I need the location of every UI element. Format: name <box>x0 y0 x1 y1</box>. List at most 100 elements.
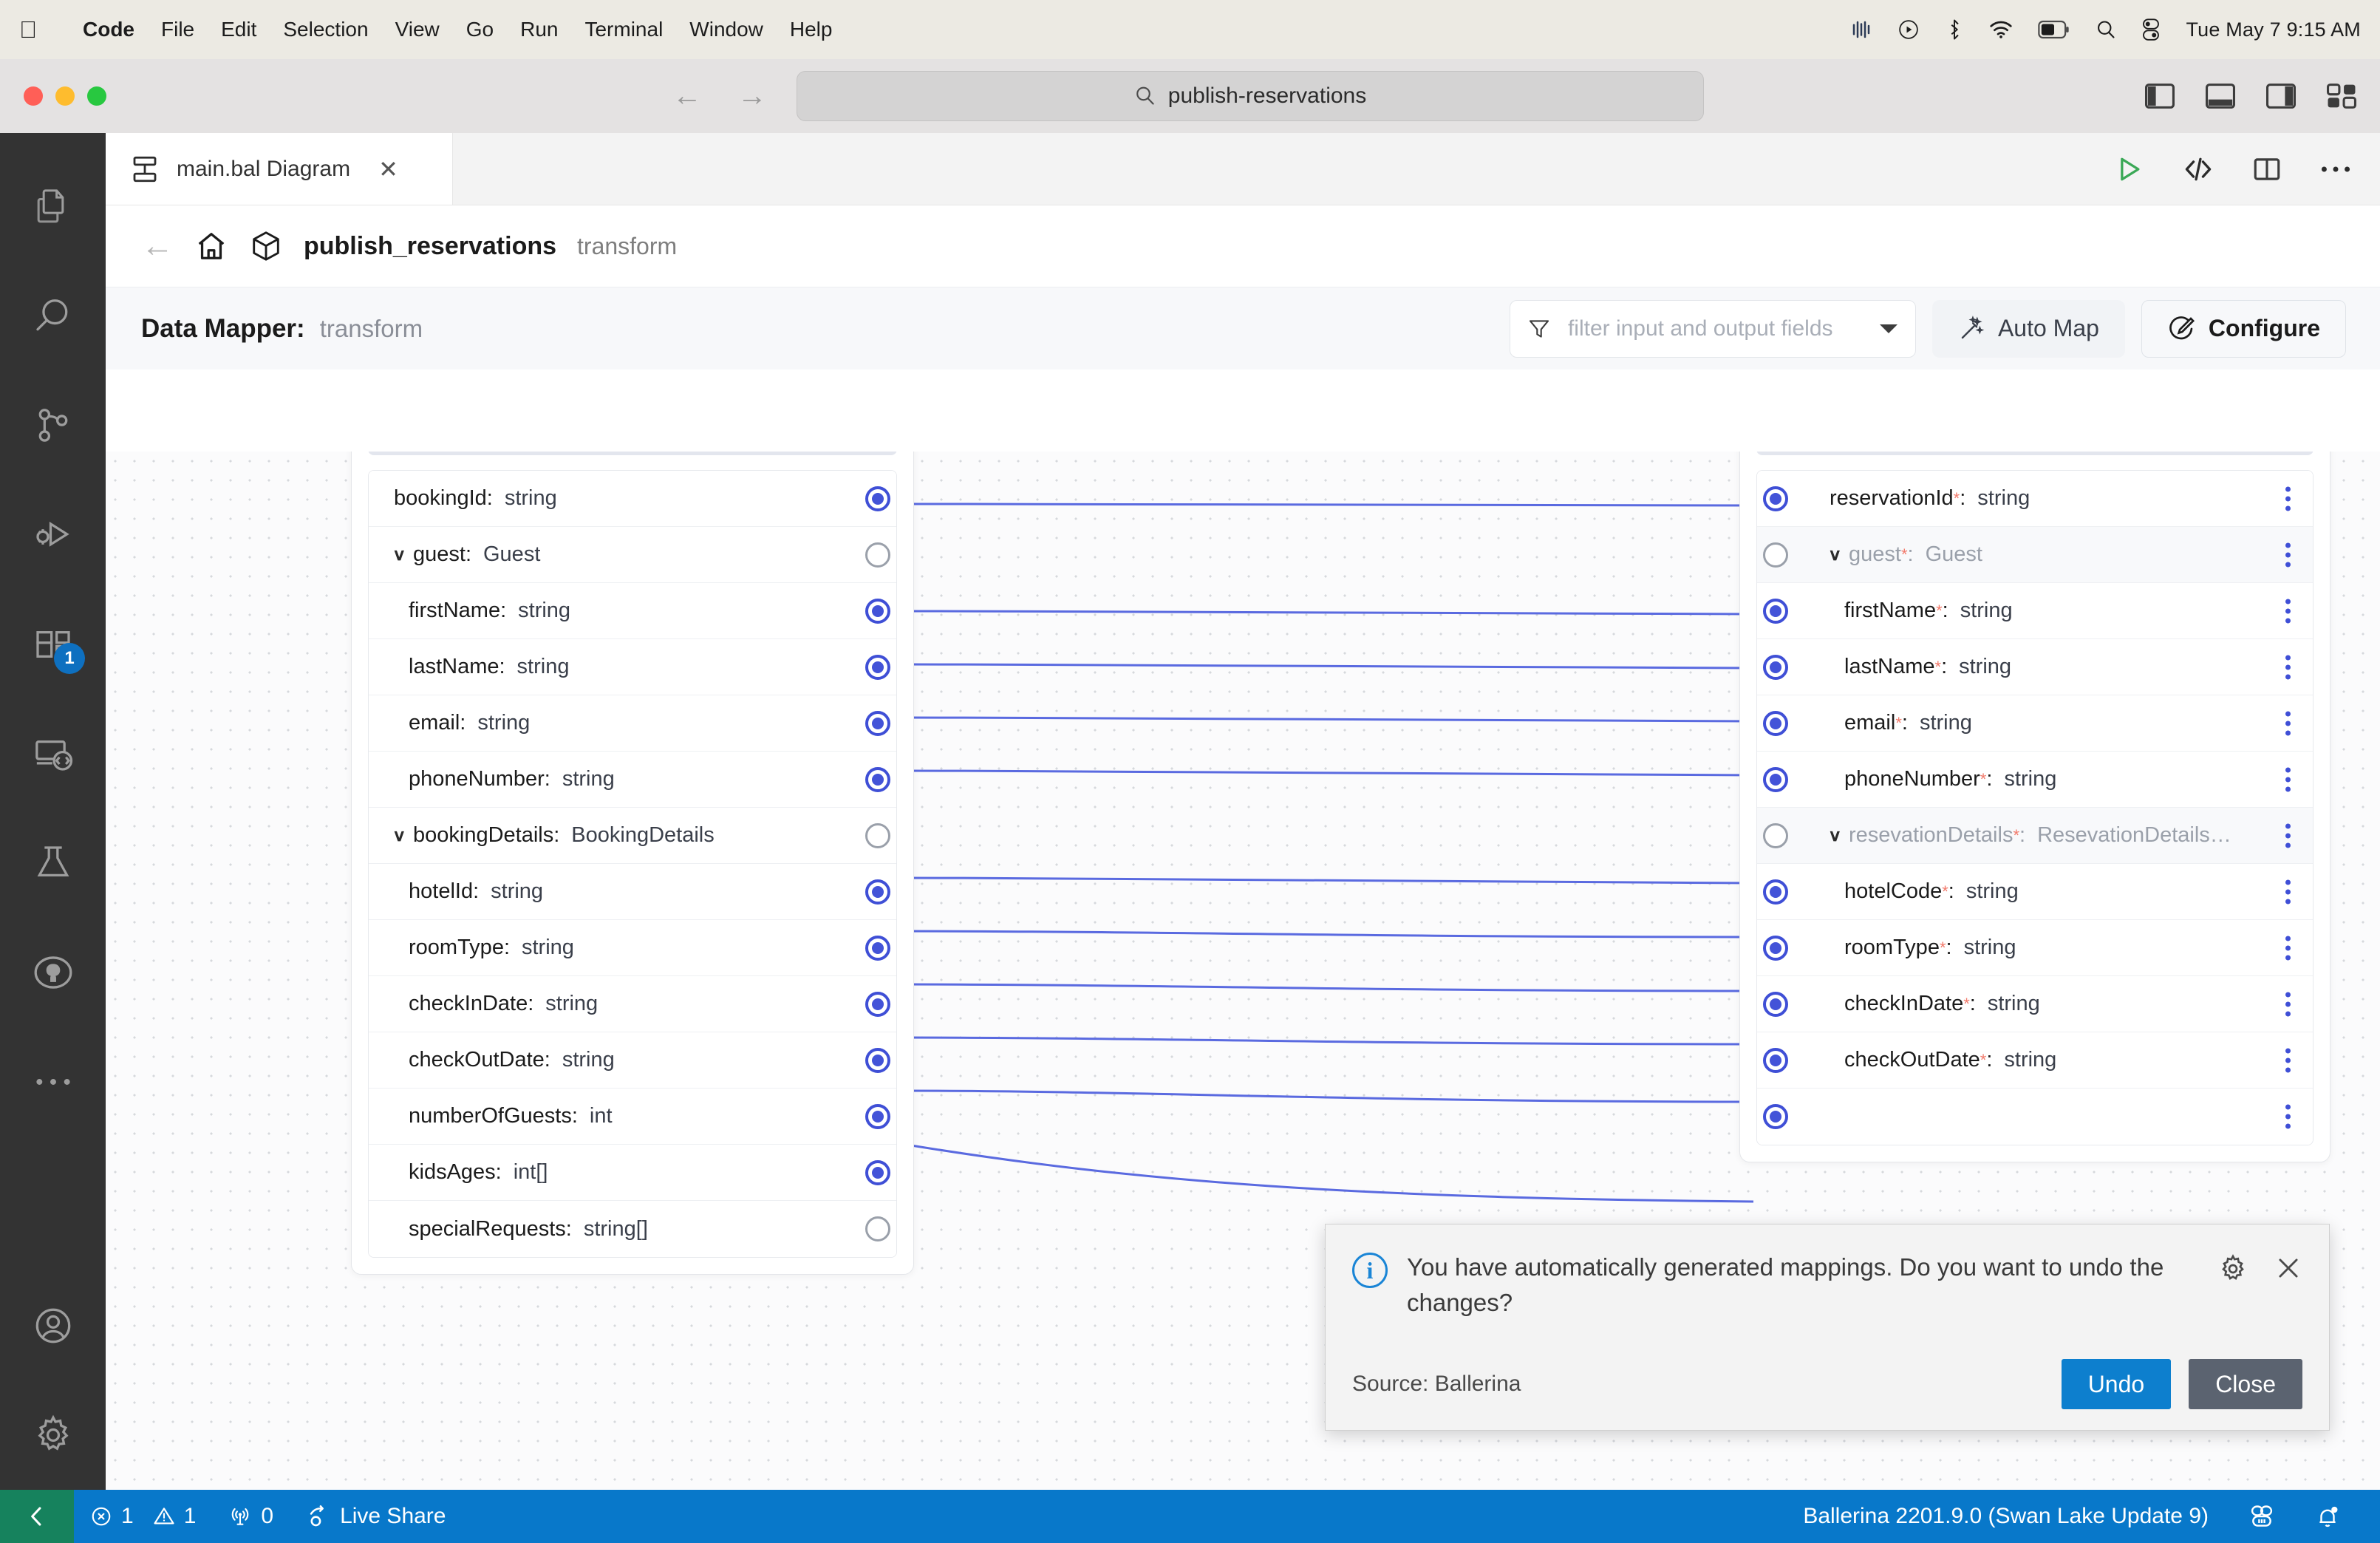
kebab-menu-icon[interactable] <box>2285 486 2291 511</box>
wifi-icon[interactable] <box>1989 20 2013 39</box>
menu-item-selection[interactable]: Selection <box>283 18 368 41</box>
ballerina-logo-icon[interactable] <box>2232 1490 2291 1543</box>
close-button[interactable]: Close <box>2189 1359 2302 1409</box>
input-row-email[interactable]: email: string <box>369 695 896 752</box>
output-row-phoneNumber[interactable]: phoneNumber *: string <box>1757 752 2313 808</box>
auto-map-button[interactable]: Auto Map <box>1931 299 2125 358</box>
input-node-header[interactable]: ∨ bookingRequest: BookingRequest <box>368 452 897 455</box>
github-icon[interactable] <box>0 918 106 1027</box>
input-row-firstName[interactable]: firstName: string <box>369 583 896 639</box>
control-center-play-icon[interactable] <box>1897 18 1920 41</box>
chevron-down-icon[interactable]: ∨ <box>392 546 415 563</box>
status-ports[interactable]: 0 <box>212 1490 290 1543</box>
menu-item-terminal[interactable]: Terminal <box>584 18 663 41</box>
spotlight-search-icon[interactable] <box>2096 19 2116 40</box>
toggle-primary-sidebar-icon[interactable] <box>2145 83 2175 109</box>
input-port[interactable] <box>1763 710 1788 736</box>
command-center-search[interactable]: publish-reservations <box>797 71 1704 121</box>
input-row-checkOutDate[interactable]: checkOutDate: string <box>369 1032 896 1089</box>
kebab-menu-icon[interactable] <box>2285 992 2291 1016</box>
output-port[interactable] <box>865 1047 890 1073</box>
kebab-menu-icon[interactable] <box>2285 767 2291 791</box>
accounts-icon[interactable] <box>0 1271 106 1380</box>
input-port[interactable] <box>1763 935 1788 961</box>
package-cube-icon[interactable] <box>249 229 283 263</box>
remote-explorer-icon[interactable] <box>0 699 106 808</box>
menu-item-code[interactable]: Code <box>83 18 134 41</box>
input-port[interactable] <box>1763 766 1788 792</box>
output-row-resevationDetails[interactable]: ∨ resevationDetails *: ResevationDetails… <box>1757 808 2313 864</box>
remote-window-icon[interactable] <box>0 1490 74 1543</box>
kebab-menu-icon[interactable] <box>2285 936 2291 960</box>
output-row-reservationId[interactable]: reservationId *: string <box>1757 471 2313 527</box>
status-live-share[interactable]: Live Share <box>290 1490 462 1543</box>
menu-item-edit[interactable]: Edit <box>221 18 256 41</box>
input-port[interactable] <box>1763 991 1788 1017</box>
output-node-reservation-request[interactable]: ∨ ReservationRequest reservationId*: str… <box>1739 452 2330 1162</box>
input-row-specialRequests[interactable]: specialRequests: string[] <box>369 1201 896 1257</box>
window-minimize-button[interactable] <box>55 86 75 106</box>
run-and-debug-icon[interactable] <box>0 480 106 590</box>
settings-gear-icon[interactable] <box>2218 1254 2248 1284</box>
input-node-booking-request[interactable]: ∨ bookingRequest: BookingRequest booking… <box>351 452 914 1275</box>
input-port[interactable] <box>1763 879 1788 905</box>
kebab-menu-icon[interactable] <box>2285 1104 2291 1129</box>
output-port[interactable] <box>865 935 890 961</box>
output-port[interactable] <box>865 542 890 568</box>
settings-gear-icon[interactable] <box>0 1380 106 1490</box>
output-row-firstName[interactable]: firstName *: string <box>1757 583 2313 639</box>
extensions-icon[interactable]: 1 <box>0 590 106 699</box>
output-row-checkOutDate[interactable]: checkOutDate *: string <box>1757 1032 2313 1089</box>
menu-item-run[interactable]: Run <box>520 18 558 41</box>
back-arrow-icon[interactable]: ← <box>141 230 174 262</box>
notifications-bell-icon[interactable] <box>2299 1490 2356 1543</box>
kebab-menu-icon[interactable] <box>2285 1048 2291 1072</box>
output-port[interactable] <box>865 822 890 848</box>
output-port[interactable] <box>865 1216 890 1241</box>
output-row-guest[interactable]: ∨ guest *: Guest <box>1757 527 2313 583</box>
tab-main-bal-diagram[interactable]: main.bal Diagram ✕ <box>106 133 453 205</box>
customize-layout-icon[interactable] <box>2327 83 2356 109</box>
input-row-roomType[interactable]: roomType: string <box>369 920 896 976</box>
window-close-button[interactable] <box>24 86 43 106</box>
testing-flask-icon[interactable] <box>0 808 106 918</box>
output-port[interactable] <box>865 766 890 792</box>
input-port[interactable] <box>1763 1047 1788 1073</box>
menu-item-window[interactable]: Window <box>689 18 763 41</box>
output-row-hotelCode[interactable]: hotelCode *: string <box>1757 864 2313 920</box>
status-ballerina-version[interactable]: Ballerina 2201.9.0 (Swan Lake Update 9) <box>1787 1490 2225 1543</box>
output-node-header[interactable]: ∨ ReservationRequest <box>1756 452 2313 455</box>
window-maximize-button[interactable] <box>87 86 106 106</box>
split-editor-icon[interactable] <box>2251 154 2282 185</box>
input-row-lastName[interactable]: lastName: string <box>369 639 896 695</box>
output-row-email[interactable]: email *: string <box>1757 695 2313 752</box>
control-center-icon[interactable] <box>2141 18 2161 41</box>
kebab-menu-icon[interactable] <box>2285 542 2291 567</box>
breadcrumb-current[interactable]: transform <box>577 233 677 260</box>
menu-item-file[interactable]: File <box>161 18 194 41</box>
show-source-code-icon[interactable] <box>2182 153 2214 185</box>
source-control-icon[interactable] <box>0 371 106 480</box>
input-row-guest[interactable]: ∨ guest: Guest <box>369 527 896 583</box>
toggle-secondary-sidebar-icon[interactable] <box>2266 83 2296 109</box>
input-port[interactable] <box>1763 654 1788 680</box>
chevron-down-icon[interactable] <box>1878 321 1899 336</box>
kebab-menu-icon[interactable] <box>2285 655 2291 679</box>
more-actions-icon[interactable] <box>2319 163 2352 175</box>
explorer-icon[interactable] <box>0 152 106 262</box>
output-row-checkInDate[interactable]: checkInDate *: string <box>1757 976 2313 1032</box>
notification-toast[interactable]: i You have automatically generated mappi… <box>1325 1224 2330 1431</box>
close-icon[interactable]: ✕ <box>378 155 398 183</box>
output-row-partially-hidden[interactable] <box>1757 1089 2313 1145</box>
filter-input[interactable]: filter input and output fields <box>1509 299 1916 358</box>
status-problems[interactable]: 1 1 <box>74 1490 212 1543</box>
close-icon[interactable] <box>2274 1254 2302 1282</box>
input-row-hotelId[interactable]: hotelId: string <box>369 864 896 920</box>
home-icon[interactable] <box>194 229 228 263</box>
back-arrow-icon[interactable]: ← <box>672 80 702 113</box>
input-port[interactable] <box>1763 486 1788 511</box>
output-row-lastName[interactable]: lastName *: string <box>1757 639 2313 695</box>
output-port[interactable] <box>865 879 890 905</box>
output-port[interactable] <box>865 598 890 624</box>
input-row-bookingId[interactable]: bookingId: string <box>369 471 896 527</box>
